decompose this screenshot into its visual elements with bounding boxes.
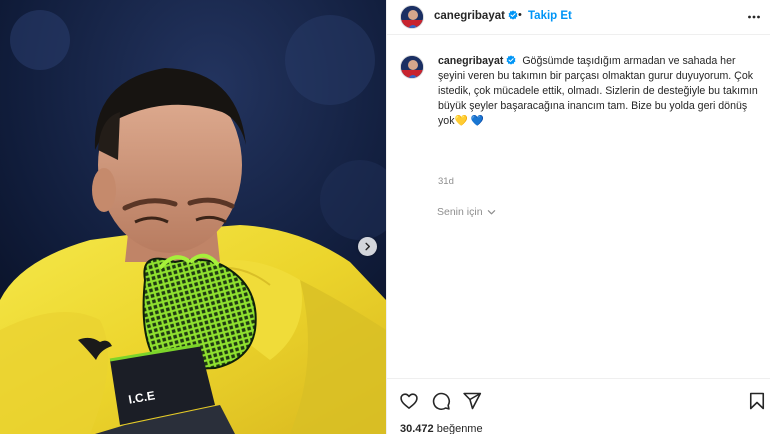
verified-badge-icon <box>506 55 516 65</box>
caption-avatar[interactable] <box>400 55 424 79</box>
follow-button[interactable]: Takip Et <box>528 10 572 22</box>
likes-number[interactable]: 30.472 <box>400 423 434 434</box>
avatar-image <box>401 56 423 78</box>
chevron-right-icon <box>365 242 371 251</box>
comment-icon[interactable] <box>431 391 451 411</box>
translation-toggle[interactable]: Senin için <box>437 206 496 218</box>
translation-label[interactable]: Senin için <box>437 206 483 218</box>
post-image[interactable]: I.C.E <box>0 0 386 434</box>
more-options-icon[interactable] <box>747 10 761 24</box>
bookmark-icon[interactable] <box>747 391 767 411</box>
caption-username[interactable]: canegribayat <box>438 55 516 67</box>
post-side-panel: canegribayat • Takip Et canegribayat Göğ… <box>386 0 770 434</box>
heart-icon[interactable] <box>399 391 419 411</box>
goalkeeper-photo: I.C.E <box>0 0 386 434</box>
post-caption: canegribayat Göğsümde taşıdığım armadan … <box>438 54 758 129</box>
caption-username-text[interactable]: canegribayat <box>438 55 503 67</box>
chevron-down-icon <box>487 209 495 214</box>
paper-plane-icon[interactable] <box>462 391 482 411</box>
verified-badge-icon <box>508 10 518 20</box>
header-username-text[interactable]: canegribayat <box>434 10 505 22</box>
likes-count[interactable]: 30.472 beğenme <box>400 423 483 434</box>
action-bar: 30.472 beğenme <box>387 378 770 434</box>
avatar[interactable] <box>400 5 424 29</box>
post-timestamp[interactable]: 31d <box>438 176 454 187</box>
post-header: canegribayat • Takip Et <box>387 0 770 35</box>
carousel-next-button[interactable] <box>358 237 377 256</box>
avatar-image <box>401 6 423 28</box>
likes-label[interactable]: beğenme <box>437 423 483 434</box>
header-username[interactable]: canegribayat <box>434 10 518 22</box>
separator-dot: • <box>518 9 522 21</box>
